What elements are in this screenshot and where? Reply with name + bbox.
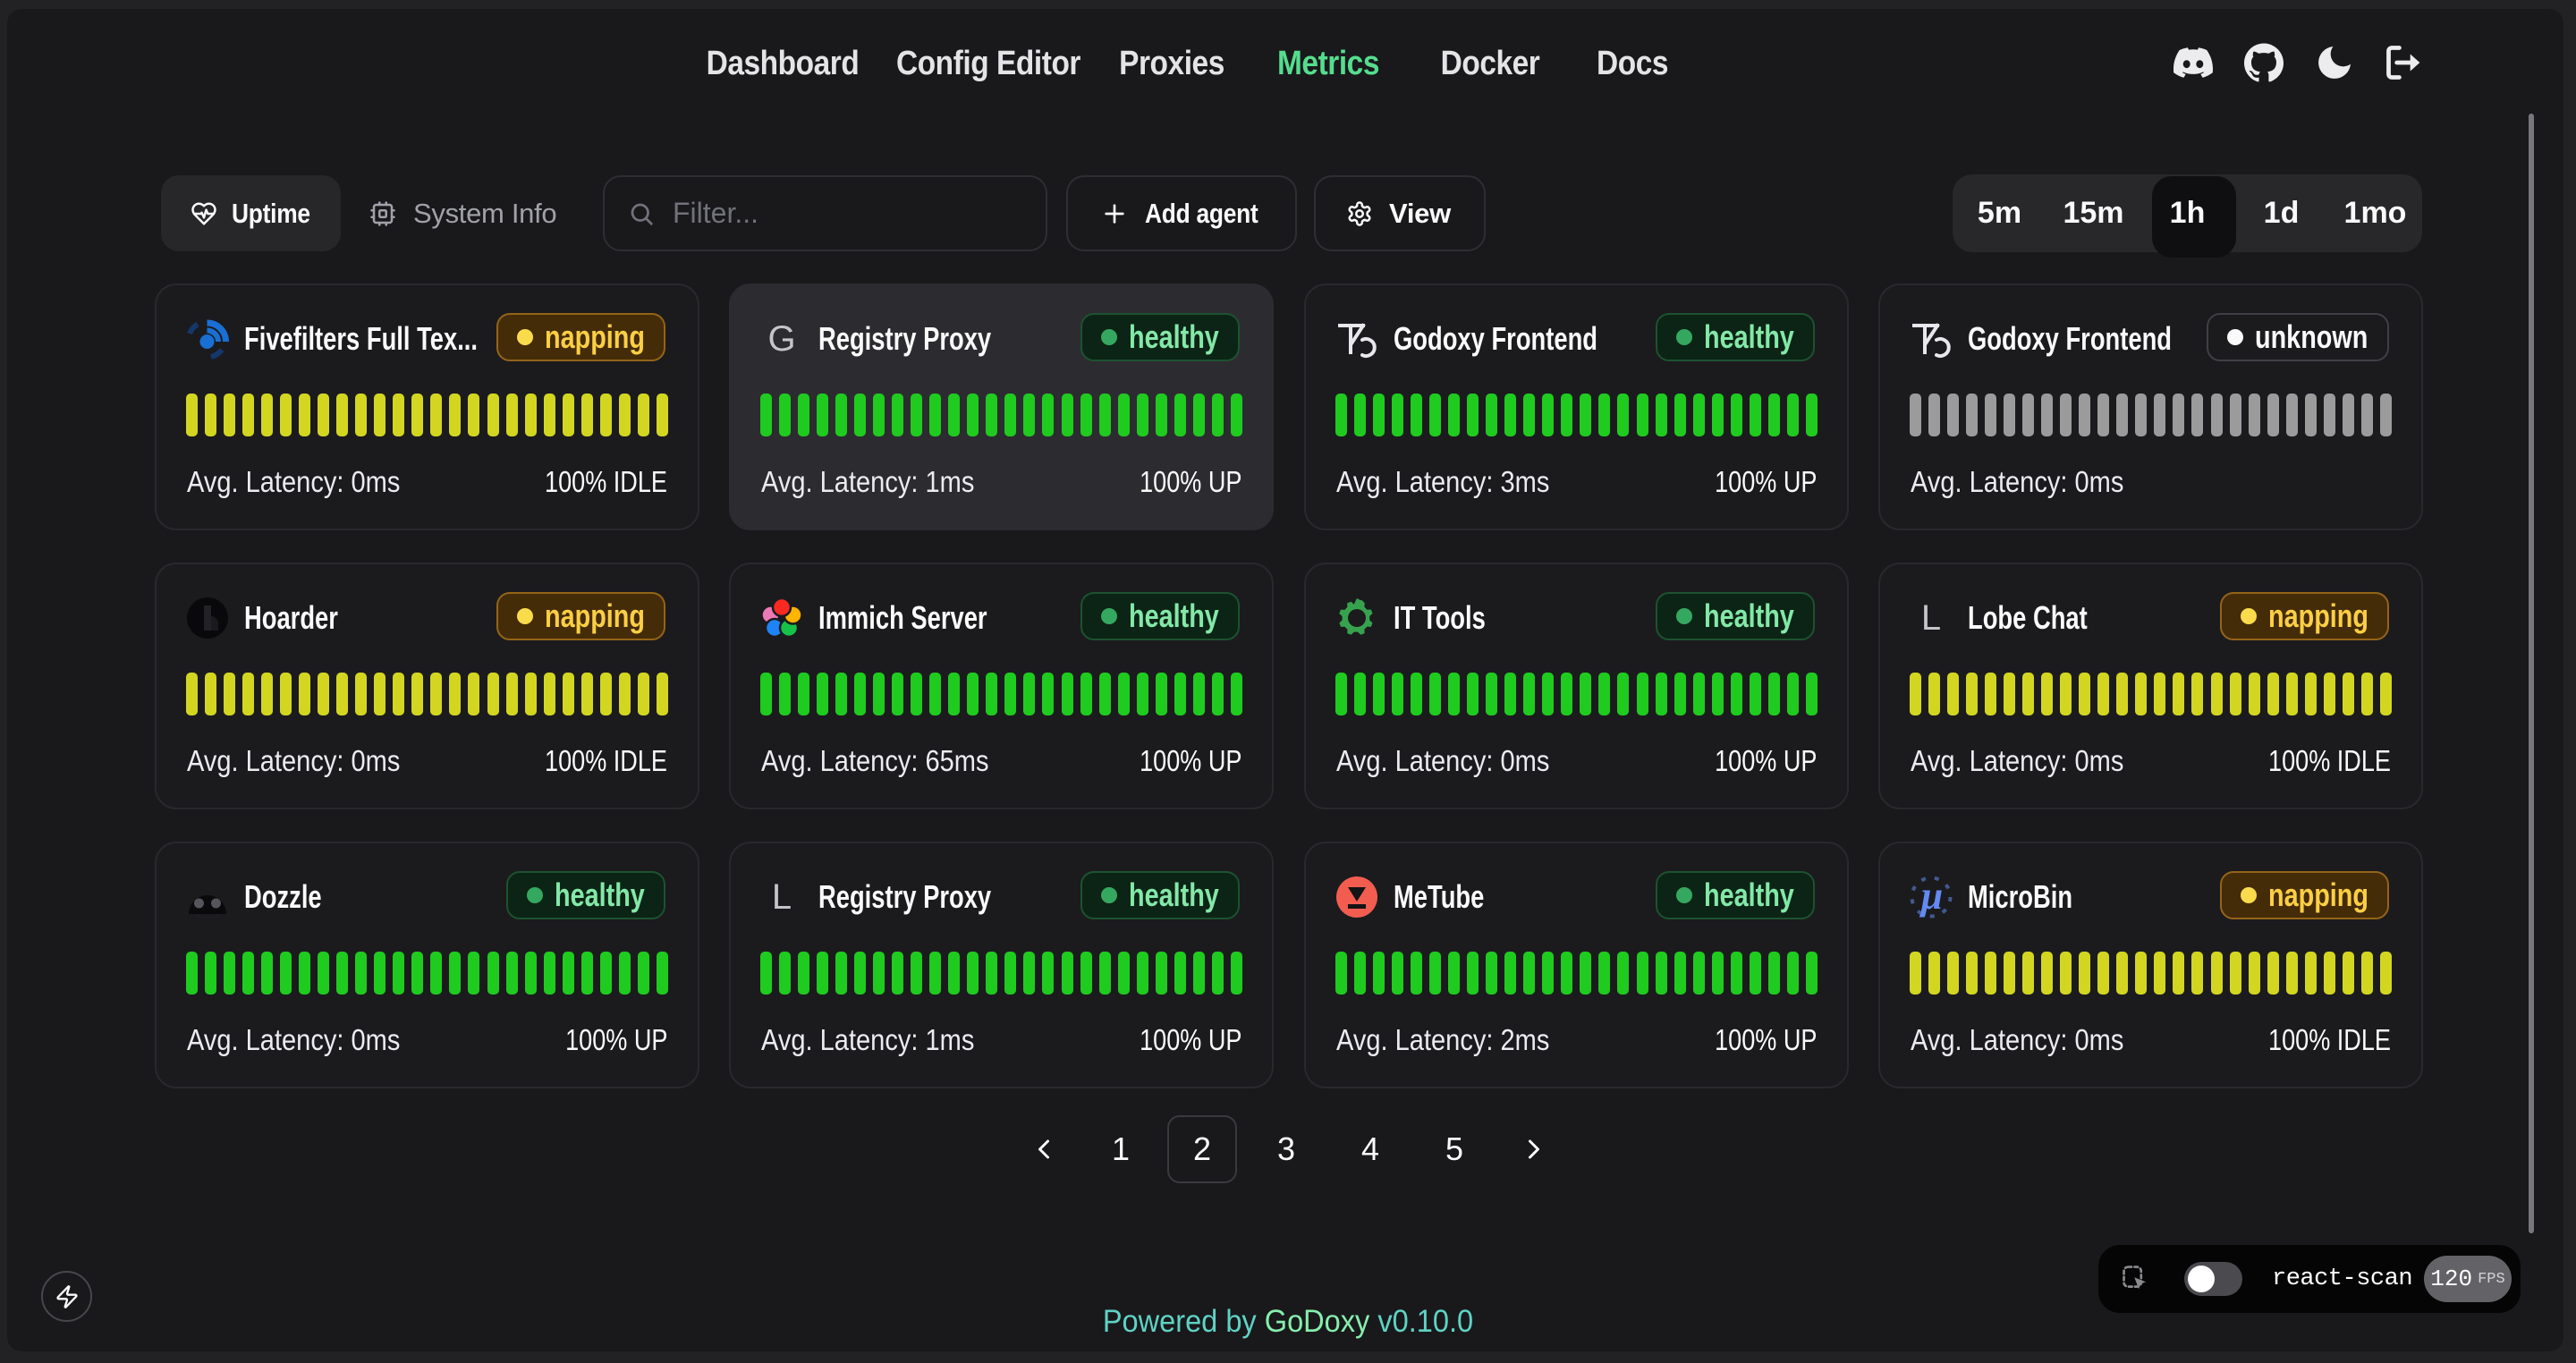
- svg-text:μ: μ: [1919, 876, 1943, 918]
